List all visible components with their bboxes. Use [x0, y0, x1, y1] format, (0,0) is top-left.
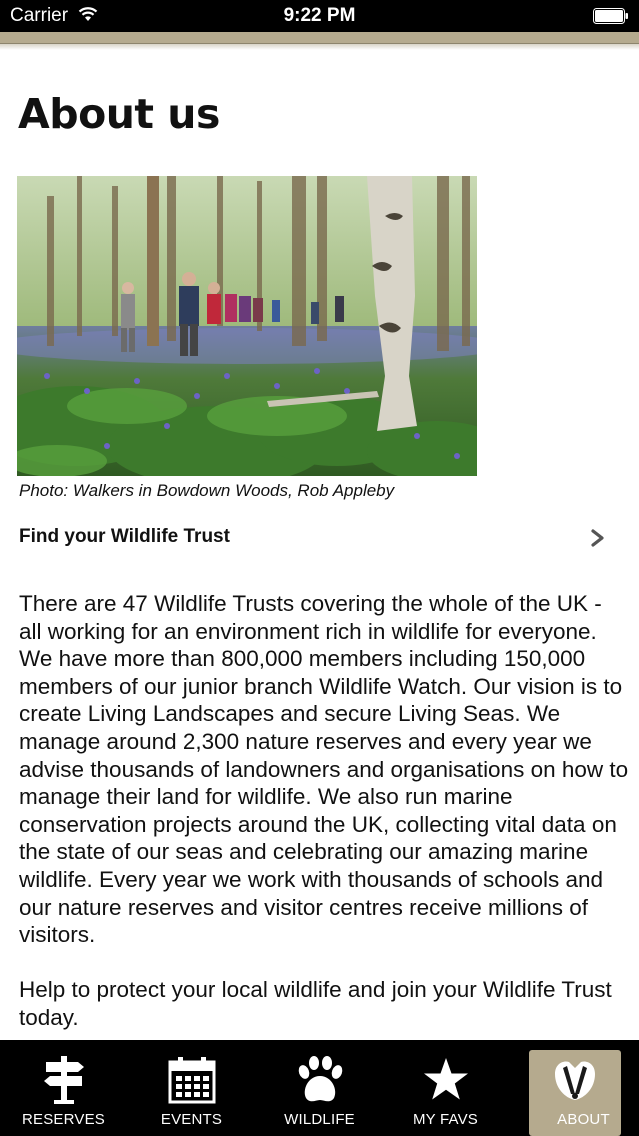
- tab-label-my-favs: MY FAVS: [412, 1111, 479, 1128]
- about-paragraph-2: Help to protect your local wildlife and …: [19, 977, 612, 1030]
- tab-about[interactable]: ABOUT: [528, 1040, 639, 1136]
- find-wildlife-trust-link[interactable]: Find your Wildlife Trust: [0, 520, 639, 554]
- battery-icon: [593, 8, 628, 24]
- tab-bar: RESERVES EVENTS WILDLIFE MY FAVS ABOUT: [0, 1040, 639, 1136]
- star-icon: [424, 1058, 468, 1100]
- page-title: About us: [18, 90, 220, 138]
- tab-label-about: ABOUT: [557, 1111, 610, 1128]
- about-content[interactable]: About us Photo: Walkers in Bowdown Woods…: [0, 50, 639, 1040]
- tab-label-wildlife: WILDLIFE: [284, 1111, 355, 1128]
- about-body-text: There are 47 Wildlife Trusts covering th…: [19, 590, 629, 1040]
- tab-label-events: EVENTS: [160, 1111, 223, 1128]
- header-strip: [0, 32, 639, 44]
- tab-wildlife[interactable]: WILDLIFE: [256, 1040, 383, 1136]
- chevron-right-icon: [591, 529, 604, 547]
- signpost-icon: [44, 1056, 84, 1104]
- tab-reserves[interactable]: RESERVES: [0, 1040, 127, 1136]
- photo-caption: Photo: Walkers in Bowdown Woods, Rob App…: [19, 481, 395, 500]
- tab-events[interactable]: EVENTS: [128, 1040, 255, 1136]
- badger-icon: [555, 1061, 595, 1100]
- calendar-icon: [168, 1057, 216, 1104]
- find-trust-label: Find your Wildlife Trust: [19, 526, 230, 547]
- about-paragraph-1: There are 47 Wildlife Trusts covering th…: [19, 591, 629, 948]
- status-bar: Carrier 9:22 PM: [0, 0, 639, 32]
- walkers-photo: [17, 176, 477, 476]
- tab-label-reserves: RESERVES: [21, 1111, 106, 1128]
- tab-my-favs[interactable]: MY FAVS: [382, 1040, 509, 1136]
- clock: 9:22 PM: [283, 5, 356, 26]
- paw-print-icon: [298, 1056, 343, 1102]
